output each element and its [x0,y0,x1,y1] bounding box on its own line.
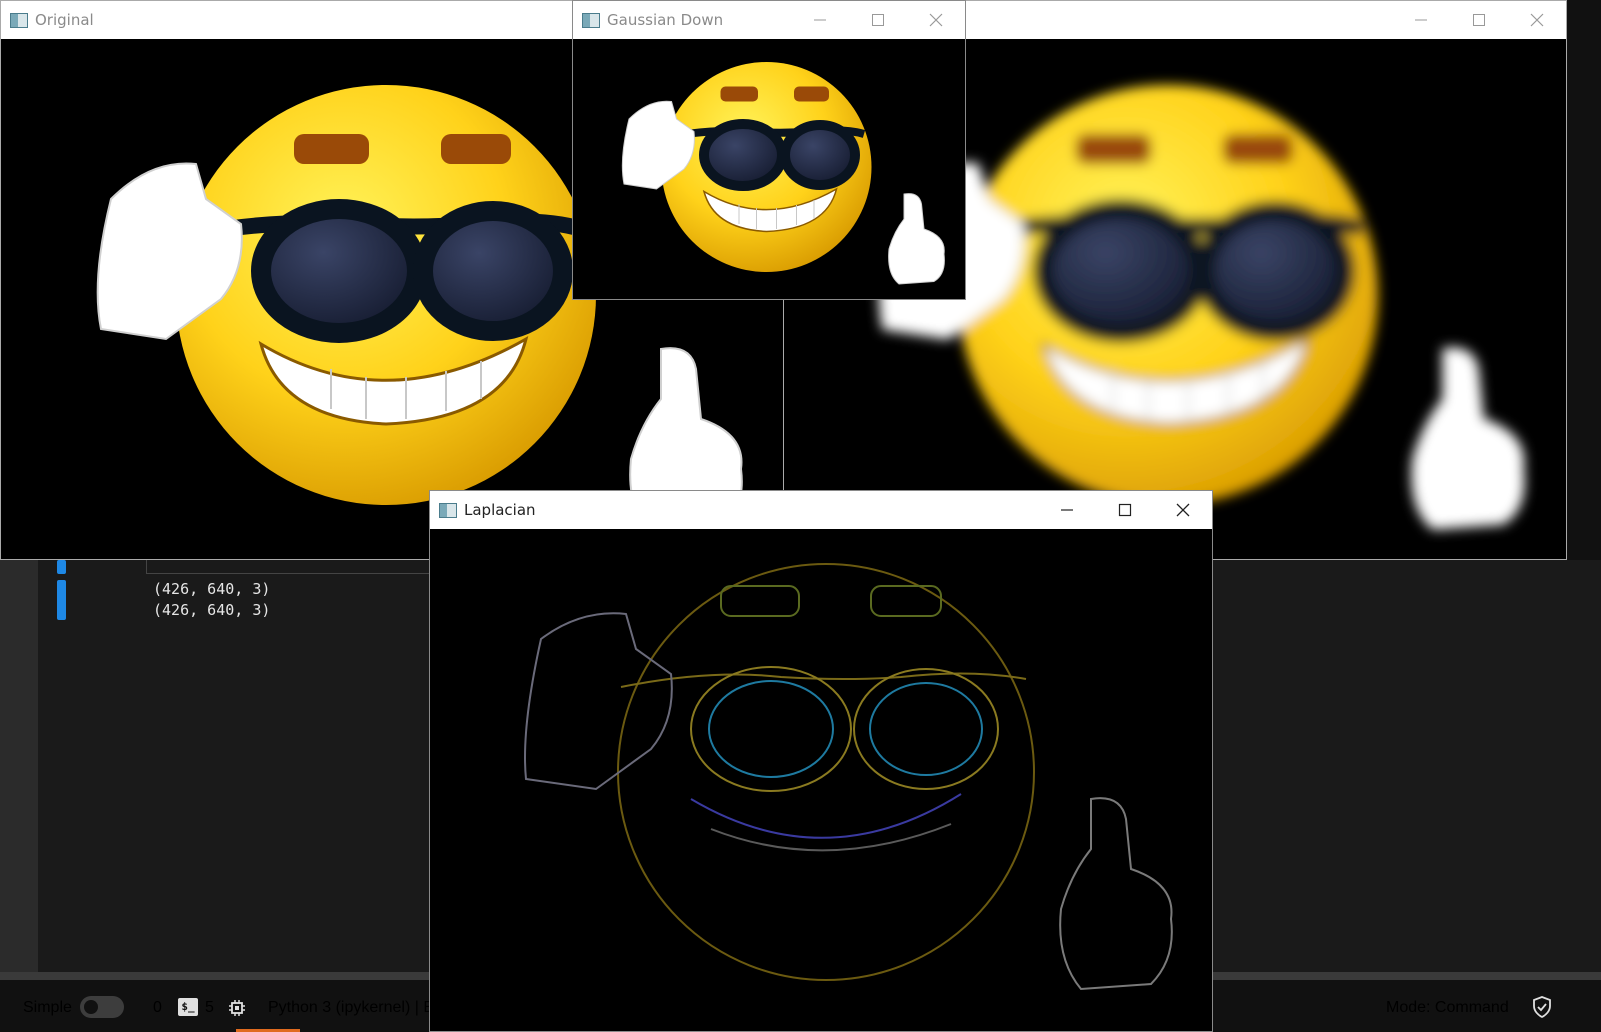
window-title: Gaussian Down [607,11,724,29]
close-icon [929,13,943,27]
gaussian-down-image [573,39,965,299]
window-app-icon [582,12,600,28]
window-title: Original [35,11,94,29]
window-app-icon [439,502,457,518]
simple-mode-toggle[interactable] [80,996,124,1018]
close-icon [1530,13,1544,27]
window-titlebar[interactable]: Laplacian [430,491,1212,529]
output-line: (426, 640, 3) [153,580,271,598]
maximize-button[interactable] [1096,491,1154,529]
code-cell-frame[interactable] [146,560,446,574]
minimize-button[interactable] [1038,491,1096,529]
minimize-icon [814,19,826,21]
cpu-icon[interactable] [228,999,246,1017]
window-app-icon [10,12,28,28]
window-title: Laplacian [464,501,536,519]
close-button[interactable] [907,1,965,39]
output-focus-bar[interactable] [57,580,66,620]
errors-count: 0 [153,999,162,1016]
window-titlebar[interactable]: Gaussian Down [573,1,965,39]
cell-focus-bar[interactable] [57,560,66,574]
terminals-count: 5 [205,999,214,1016]
simple-mode-label: Simple [23,999,72,1016]
gaussian-down-window[interactable]: Gaussian Down [572,0,966,300]
terminal-icon[interactable]: $_ [178,998,198,1016]
laplacian-window[interactable]: Laplacian [429,490,1213,1032]
close-button[interactable] [1154,491,1212,529]
kernel-status[interactable]: Python 3 (ipykernel) | B [268,999,434,1017]
minimize-icon [1415,19,1427,21]
toggle-knob [84,1000,98,1014]
mode-indicator[interactable]: Mode: Command [1386,999,1509,1017]
minimize-button[interactable] [1392,1,1450,39]
maximize-button[interactable] [1450,1,1508,39]
maximize-icon [1118,503,1132,517]
minimize-button[interactable] [791,1,849,39]
notebook-left-rail [0,560,38,978]
output-line: (426, 640, 3) [153,601,271,619]
laplacian-image [430,529,1212,1031]
maximize-icon [1473,14,1485,26]
close-button[interactable] [1508,1,1566,39]
maximize-icon [872,14,884,26]
shield-check-icon[interactable] [1532,996,1552,1018]
close-icon [1176,503,1190,517]
maximize-button[interactable] [849,1,907,39]
minimize-icon [1061,509,1073,511]
